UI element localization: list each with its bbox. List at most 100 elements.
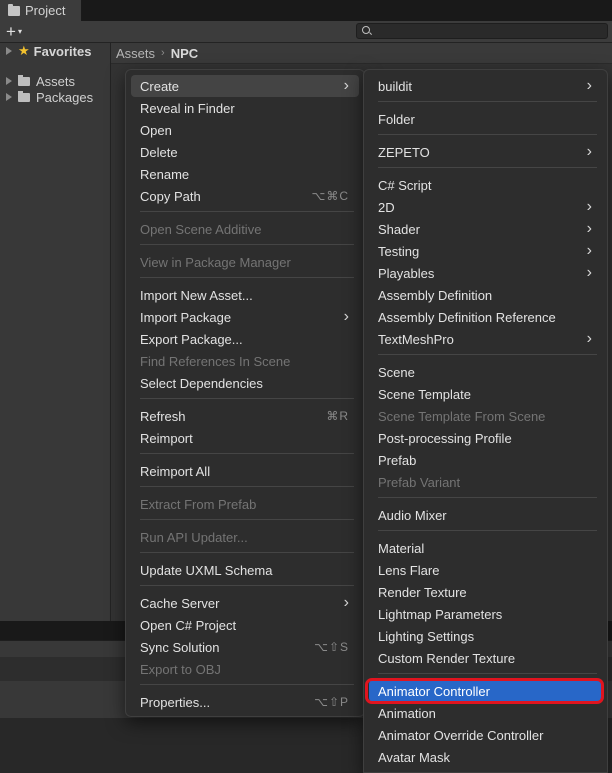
menu-item-import-package[interactable]: Import Package › bbox=[131, 306, 359, 328]
submenu-item-testing[interactable]: Testing › bbox=[369, 240, 602, 262]
search-icon bbox=[362, 26, 370, 34]
submenu-item-animator-override-controller[interactable]: Animator Override Controller bbox=[369, 724, 602, 746]
create-submenu: buildit › Folder ZEPETO › C# Script 2D ›… bbox=[363, 69, 608, 773]
submenu-item-audio-mixer[interactable]: Audio Mixer bbox=[369, 504, 602, 526]
submenu-item-zepeto[interactable]: ZEPETO › bbox=[369, 141, 602, 163]
menu-item-label: Run API Updater... bbox=[140, 529, 248, 545]
menu-item-export-package[interactable]: Export Package... bbox=[131, 328, 359, 350]
submenu-item-lightmap-parameters[interactable]: Lightmap Parameters bbox=[369, 603, 602, 625]
menu-item-sync-solution[interactable]: Sync Solution ⌥⇧S bbox=[131, 636, 359, 658]
submenu-item-assembly-definition[interactable]: Assembly Definition bbox=[369, 284, 602, 306]
menu-item-import-new-asset[interactable]: Import New Asset... bbox=[131, 284, 359, 306]
menu-item-label: Animator Controller bbox=[378, 683, 490, 699]
menu-item-reveal-in-finder[interactable]: Reveal in Finder bbox=[131, 97, 359, 119]
chevron-right-icon: › bbox=[343, 308, 349, 325]
submenu-item-scene-template[interactable]: Scene Template bbox=[369, 383, 602, 405]
menu-item-label: Animator Override Controller bbox=[378, 727, 544, 743]
menu-item-label: Lens Flare bbox=[378, 562, 440, 578]
submenu-item-playables[interactable]: Playables › bbox=[369, 262, 602, 284]
menu-item-refresh[interactable]: Refresh ⌘R bbox=[131, 405, 359, 427]
menu-item-delete[interactable]: Delete bbox=[131, 141, 359, 163]
submenu-item-animation[interactable]: Animation bbox=[369, 702, 602, 724]
expand-arrow-icon[interactable] bbox=[6, 77, 12, 85]
submenu-item-lighting-settings[interactable]: Lighting Settings bbox=[369, 625, 602, 647]
menu-item-label: Lightmap Parameters bbox=[378, 606, 503, 622]
menu-item-copy-path[interactable]: Copy Path ⌥⌘C bbox=[131, 185, 359, 207]
menu-item-label: Import Package bbox=[140, 309, 232, 325]
menu-separator bbox=[140, 486, 354, 487]
menu-item-export-to-obj: Export to OBJ bbox=[131, 658, 359, 680]
menu-item-reimport[interactable]: Reimport bbox=[131, 427, 359, 449]
menu-item-label: Open Scene Additive bbox=[140, 221, 262, 237]
menu-separator bbox=[378, 101, 597, 102]
submenu-item-buildit[interactable]: buildit › bbox=[369, 75, 602, 97]
menu-item-label: Import New Asset... bbox=[140, 287, 253, 303]
menu-item-reimport-all[interactable]: Reimport All bbox=[131, 460, 359, 482]
menu-item-label: Playables bbox=[378, 265, 435, 281]
submenu-item-avatar-mask[interactable]: Avatar Mask bbox=[369, 746, 602, 768]
shortcut-label: ⌘R bbox=[326, 409, 349, 423]
menu-item-label: Animation bbox=[378, 705, 436, 721]
breadcrumb-npc[interactable]: NPC bbox=[171, 46, 198, 61]
menu-item-label: Scene Template From Scene bbox=[378, 408, 546, 424]
folder-tree-pane: ★ Favorites Assets Packages bbox=[0, 43, 111, 621]
menu-separator bbox=[140, 453, 354, 454]
menu-item-label: View in Package Manager bbox=[140, 254, 291, 270]
tree-item-packages[interactable]: Packages bbox=[0, 89, 93, 105]
menu-separator bbox=[140, 552, 354, 553]
menu-separator bbox=[140, 398, 354, 399]
tree-item-label: Assets bbox=[36, 73, 76, 89]
chevron-right-icon: › bbox=[586, 264, 592, 281]
menu-item-open[interactable]: Open bbox=[131, 119, 359, 141]
menu-item-create[interactable]: Create › bbox=[131, 75, 359, 97]
menu-item-open-scene-additive: Open Scene Additive bbox=[131, 218, 359, 240]
submenu-item-csharp-script[interactable]: C# Script bbox=[369, 174, 602, 196]
menu-item-properties[interactable]: Properties... ⌥⇧P bbox=[131, 691, 359, 713]
menu-item-label: Testing bbox=[378, 243, 420, 259]
submenu-item-animator-controller[interactable]: Animator Controller bbox=[369, 680, 602, 702]
breadcrumb-assets[interactable]: Assets bbox=[116, 46, 155, 61]
expand-arrow-icon[interactable] bbox=[6, 93, 12, 101]
menu-item-label: Select Dependencies bbox=[140, 375, 263, 391]
window-tab-bar: Project bbox=[0, 0, 612, 21]
menu-item-extract-from-prefab: Extract From Prefab bbox=[131, 493, 359, 515]
submenu-item-assembly-definition-reference[interactable]: Assembly Definition Reference bbox=[369, 306, 602, 328]
chevron-right-icon: › bbox=[343, 77, 349, 94]
menu-separator bbox=[140, 277, 354, 278]
project-tab[interactable]: Project bbox=[0, 0, 82, 21]
submenu-item-custom-render-texture[interactable]: Custom Render Texture bbox=[369, 647, 602, 669]
menu-item-update-uxml-schema[interactable]: Update UXML Schema bbox=[131, 559, 359, 581]
chevron-right-icon: › bbox=[586, 143, 592, 160]
menu-separator bbox=[140, 585, 354, 586]
submenu-item-scene[interactable]: Scene bbox=[369, 361, 602, 383]
menu-item-label: C# Script bbox=[378, 177, 432, 193]
breadcrumb: Assets › NPC bbox=[111, 43, 612, 64]
submenu-item-prefab[interactable]: Prefab bbox=[369, 449, 602, 471]
tree-item-favorites[interactable]: ★ Favorites bbox=[0, 43, 91, 59]
submenu-item-shader[interactable]: Shader › bbox=[369, 218, 602, 240]
search-input[interactable] bbox=[356, 23, 608, 39]
add-asset-button[interactable]: + ▾ bbox=[6, 22, 34, 41]
submenu-item-lens-flare[interactable]: Lens Flare bbox=[369, 559, 602, 581]
menu-item-open-csharp-project[interactable]: Open C# Project bbox=[131, 614, 359, 636]
menu-item-label: 2D bbox=[378, 199, 395, 215]
submenu-item-material[interactable]: Material bbox=[369, 537, 602, 559]
submenu-item-post-processing-profile[interactable]: Post-processing Profile bbox=[369, 427, 602, 449]
menu-item-label: Open C# Project bbox=[140, 617, 237, 633]
menu-item-cache-server[interactable]: Cache Server › bbox=[131, 592, 359, 614]
menu-item-label: Find References In Scene bbox=[140, 353, 291, 369]
menu-item-label: Shader bbox=[378, 221, 420, 237]
chevron-right-icon: › bbox=[586, 330, 592, 347]
menu-item-label: Reveal in Finder bbox=[140, 100, 235, 116]
submenu-item-render-texture[interactable]: Render Texture bbox=[369, 581, 602, 603]
menu-item-label: Lighting Settings bbox=[378, 628, 475, 644]
submenu-item-2d[interactable]: 2D › bbox=[369, 196, 602, 218]
submenu-item-textmeshpro[interactable]: TextMeshPro › bbox=[369, 328, 602, 350]
expand-arrow-icon[interactable] bbox=[6, 47, 12, 55]
menu-item-label: Update UXML Schema bbox=[140, 562, 273, 578]
menu-item-label: Folder bbox=[378, 111, 415, 127]
tree-item-assets[interactable]: Assets bbox=[0, 73, 75, 89]
submenu-item-folder[interactable]: Folder bbox=[369, 108, 602, 130]
menu-item-rename[interactable]: Rename bbox=[131, 163, 359, 185]
menu-item-select-dependencies[interactable]: Select Dependencies bbox=[131, 372, 359, 394]
